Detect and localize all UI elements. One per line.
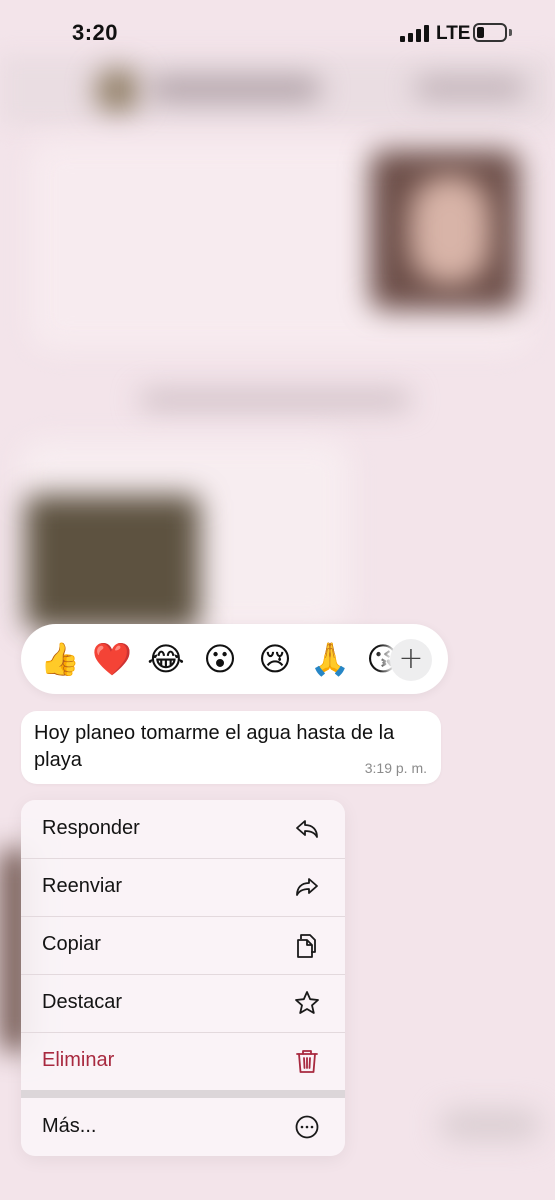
- message-bubble: Hoy planeo tomarme el agua hasta de la p…: [21, 711, 441, 784]
- menu-item-reply[interactable]: Responder: [21, 800, 345, 858]
- input-bar-blurred: [440, 1110, 540, 1140]
- signal-icon: [400, 25, 430, 42]
- incoming-photo-blurred: [25, 495, 200, 630]
- menu-item-delete[interactable]: Eliminar: [21, 1032, 345, 1090]
- date-chip-blurred: [140, 392, 410, 408]
- status-time: 3:20: [72, 20, 119, 45]
- contact-name-blurred: [150, 78, 320, 100]
- menu-item-label: Más...: [42, 1115, 97, 1137]
- reaction-bar: 👍 ❤️ 😂 😮 😢 🙏 😘 +: [21, 624, 448, 694]
- more-icon: [295, 1115, 319, 1139]
- reaction-thumbs-up[interactable]: 👍: [40, 640, 80, 678]
- reaction-crying[interactable]: 😢: [256, 640, 294, 678]
- contact-avatar-blurred: [95, 68, 140, 113]
- menu-item-label: Destacar: [42, 991, 123, 1013]
- status-bar: 3:20 LTE: [0, 0, 555, 60]
- reaction-surprised[interactable]: 😮: [201, 640, 239, 678]
- menu-item-more[interactable]: Más...: [21, 1098, 345, 1156]
- menu-item-star[interactable]: Destacar: [21, 974, 345, 1032]
- trash-icon: [296, 1050, 318, 1073]
- menu-group-separator: [21, 1090, 345, 1098]
- battery-tip: [509, 29, 512, 36]
- battery-icon: [473, 23, 507, 42]
- copy-icon: [297, 934, 316, 958]
- menu-item-label: Reenviar: [42, 875, 123, 897]
- forward-icon: [296, 878, 318, 896]
- menu-item-label: Copiar: [42, 933, 101, 955]
- menu-item-copy[interactable]: Copiar: [21, 916, 345, 974]
- reply-icon: [296, 820, 318, 838]
- message-timestamp: 3:19 p. m.: [364, 760, 427, 776]
- menu-item-forward[interactable]: Reenviar: [21, 858, 345, 916]
- star-icon: [295, 991, 319, 1014]
- network-type: LTE: [436, 23, 471, 44]
- menu-item-label: Responder: [42, 817, 140, 839]
- reaction-red-heart[interactable]: ❤️: [92, 640, 132, 678]
- reaction-tears-of-joy[interactable]: 😂: [147, 640, 185, 678]
- menu-item-label: Eliminar: [42, 1049, 115, 1071]
- header-icons-blurred: [415, 78, 525, 98]
- message-context-menu: Responder Reenviar Copiar Destacar Elimi…: [21, 800, 345, 1156]
- more-reactions-button[interactable]: +: [390, 639, 432, 681]
- reaction-folded-hands[interactable]: 🙏: [310, 640, 350, 678]
- outgoing-photo-detail-blurred: [410, 175, 490, 285]
